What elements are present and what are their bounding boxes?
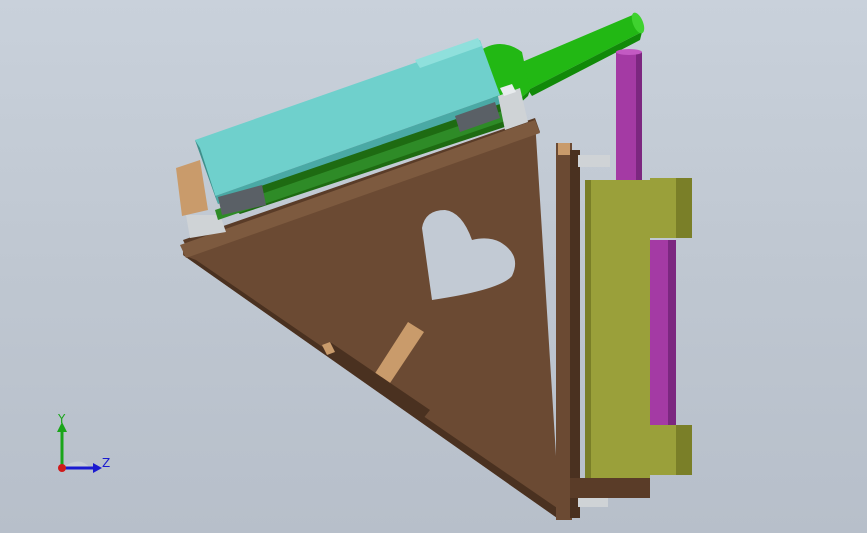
cad-model[interactable] xyxy=(0,0,867,533)
x-axis-dot xyxy=(58,464,66,472)
graphics-viewport[interactable]: Y Z xyxy=(0,0,867,533)
z-axis-label: Z xyxy=(102,456,111,470)
y-axis-label: Y xyxy=(58,412,66,426)
coordinate-triad: Y Z xyxy=(50,410,120,480)
